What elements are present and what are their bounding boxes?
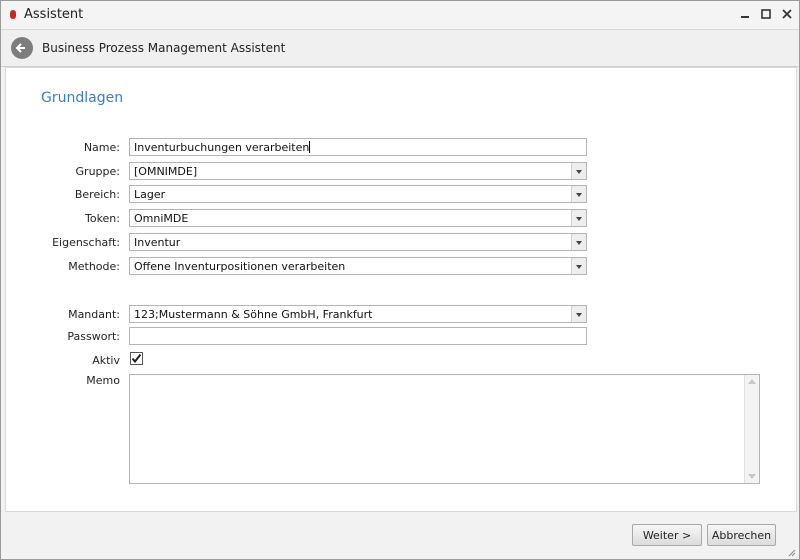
methode-value: Offene Inventurpositionen verarbeiten (134, 260, 346, 273)
maximize-icon[interactable] (759, 7, 773, 21)
token-label: Token: (84, 212, 120, 225)
section-title: Grundlagen (41, 90, 124, 106)
gruppe-value: [OMNIMDE] (134, 165, 198, 178)
passwort-label: Passwort: (67, 330, 120, 343)
cancel-button[interactable]: Abbrechen (707, 524, 776, 546)
minimize-icon[interactable] (738, 7, 752, 21)
memo-textarea[interactable] (129, 374, 760, 484)
eigenschaft-select[interactable]: Inventur (129, 233, 587, 251)
name-label: Name: (83, 141, 120, 154)
mandant-value: 123;Mustermann & Söhne GmbH, Frankfurt (134, 308, 373, 321)
memo-scrollbar[interactable] (744, 375, 759, 483)
name-input[interactable]: Inventurbuchungen verarbeiten (129, 138, 587, 156)
memo-label: Memo (86, 374, 120, 387)
mandant-label: Mandant: (68, 308, 120, 321)
chevron-down-icon[interactable] (571, 210, 586, 226)
app-icon (10, 10, 16, 19)
token-select[interactable]: OmniMDE (129, 209, 587, 227)
token-value: OmniMDE (134, 212, 189, 225)
back-arrow-icon[interactable] (11, 37, 33, 59)
title-bar: Assistent (1, 1, 799, 30)
methode-select[interactable]: Offene Inventurpositionen verarbeiten (129, 257, 587, 275)
bereich-value: Lager (134, 188, 166, 201)
aktiv-label: Aktiv (92, 354, 120, 367)
passwort-input[interactable] (129, 327, 587, 345)
aktiv-checkbox[interactable] (130, 352, 143, 365)
eigenschaft-label: Eigenschaft: (52, 236, 120, 249)
resize-grip-icon[interactable] (787, 547, 796, 557)
chevron-down-icon[interactable] (571, 186, 586, 202)
mandant-select[interactable]: 123;Mustermann & Söhne GmbH, Frankfurt (129, 305, 587, 323)
chevron-down-icon[interactable] (571, 163, 586, 179)
eigenschaft-value: Inventur (134, 236, 181, 249)
chevron-down-icon[interactable] (571, 258, 586, 274)
header-title: Business Prozess Management Assistent (42, 41, 286, 55)
bereich-label: Bereich: (74, 188, 120, 201)
chevron-down-icon[interactable] (571, 234, 586, 250)
assistant-header: Business Prozess Management Assistent (1, 30, 799, 67)
next-button[interactable]: Weiter > (632, 524, 702, 546)
name-value: Inventurbuchungen verarbeiten (134, 141, 311, 154)
assistant-window: Assistent Business Prozess Management As… (0, 0, 800, 560)
methode-label: Methode: (68, 260, 120, 273)
scroll-up-icon[interactable] (748, 379, 756, 384)
close-icon[interactable] (780, 7, 794, 21)
window-title: Assistent (24, 7, 84, 22)
gruppe-label: Gruppe: (75, 165, 120, 178)
bereich-select[interactable]: Lager (129, 185, 587, 203)
gruppe-select[interactable]: [OMNIMDE] (129, 162, 587, 180)
form-panel: Grundlagen Name: Inventurbuchungen verar… (5, 67, 797, 512)
chevron-down-icon[interactable] (571, 306, 586, 322)
scroll-down-icon[interactable] (748, 474, 756, 479)
